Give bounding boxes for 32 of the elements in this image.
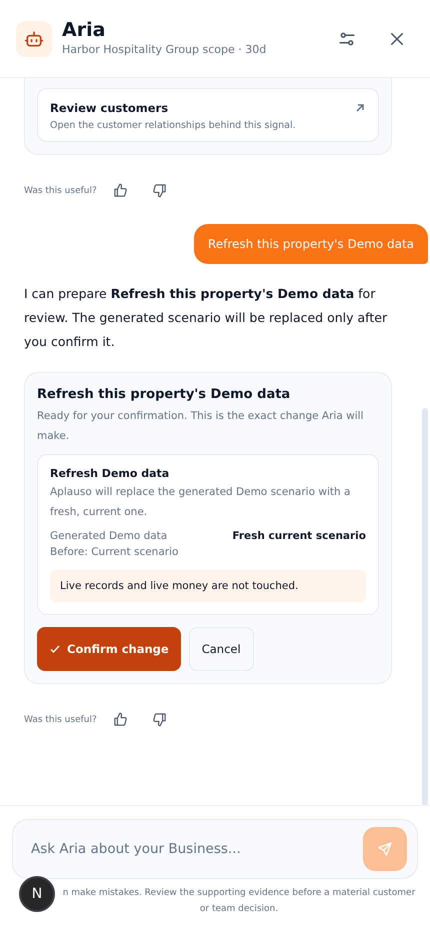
thumbs-up-button[interactable]: [112, 183, 128, 198]
sliders-icon: [338, 30, 356, 48]
send-icon: [377, 841, 393, 857]
safety-note: Live records and live money are not touched.: [50, 570, 366, 602]
link-description: Open the customer relationships behind this signal.: [50, 120, 297, 131]
feedback-label: Was this useful?: [24, 714, 97, 724]
scrollbar[interactable]: [422, 408, 428, 805]
cancel-button[interactable]: Cancel: [188, 627, 254, 671]
scope-label: Harbor Hospitality Group scope · 30d: [62, 43, 268, 56]
before-value: Before: Current scenario: [50, 546, 180, 558]
user-message: Refresh this property's Demo data: [194, 224, 428, 264]
feedback-label: Was this useful?: [24, 186, 97, 196]
link-title: Review customers: [50, 101, 168, 115]
card-description: Ready for your confirmation. This is the exact change Aria will make.: [37, 409, 364, 444]
arrow-icon: [354, 102, 366, 114]
message-input[interactable]: Ask Aria about your Business...: [29, 840, 363, 858]
review-link-card[interactable]: Review customers Open the customer relationships behind this signal.: [37, 88, 379, 142]
thumbs-down-button[interactable]: [152, 183, 167, 198]
change-title: Refresh Demo data: [50, 467, 170, 480]
change-description: Aplauso will replace the generated Demo scenario with a fresh, current one.: [50, 485, 352, 520]
assistant-name: Aria: [62, 19, 106, 41]
new-value: Fresh current scenario: [232, 530, 366, 542]
field-label: Generated Demo data: [50, 530, 168, 542]
check-icon: [49, 643, 61, 655]
thumbs-down-button[interactable]: [152, 712, 167, 727]
avatar-badge[interactable]: N: [19, 876, 55, 912]
card-title: Refresh this property's Demo data: [37, 387, 292, 402]
disclaimer-text: n make mistakes. Review the supporting evidence before a material customer or team decision.: [62, 887, 416, 916]
thumbs-up-button[interactable]: [112, 712, 128, 727]
robot-icon: [16, 20, 52, 56]
confirm-button[interactable]: Confirm change: [37, 627, 181, 671]
assistant-message: I can prepare Refresh this property's Demo data for review. The generated scenario will be replaced only after you confirm it.: [24, 285, 388, 351]
